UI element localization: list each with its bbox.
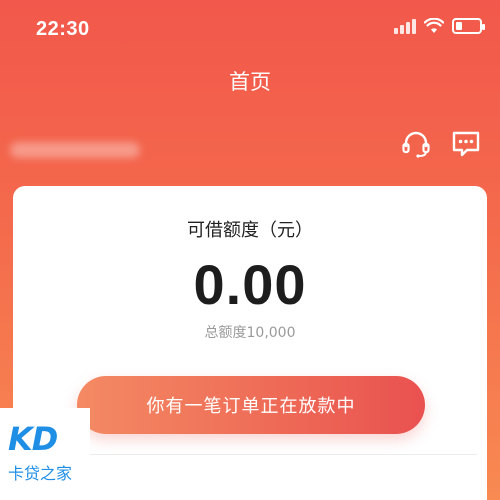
status-icons — [394, 18, 485, 34]
header-actions — [400, 128, 482, 160]
wifi-icon — [424, 18, 444, 33]
signal-icon — [394, 18, 416, 34]
loan-status-button[interactable]: 你有一笔订单正在放款中 — [77, 376, 425, 434]
available-credit-amount: 0.00 — [193, 253, 307, 316]
watermark-logo: KD — [8, 420, 58, 458]
divider — [73, 454, 477, 455]
battery-icon — [452, 18, 485, 34]
page-title: 首页 — [229, 70, 271, 94]
blurred-user-info — [10, 142, 140, 158]
headset-icon — [402, 131, 430, 158]
message-icon — [452, 131, 480, 157]
customer-service-button[interactable] — [400, 128, 432, 160]
status-bar: 22:30 — [0, 0, 500, 58]
available-credit-label: 可借额度（元） — [187, 220, 313, 241]
watermark-text: 卡贷之家 — [8, 464, 73, 483]
watermark: KD 卡贷之家 — [0, 408, 90, 500]
total-credit-text: 总额度10,000 — [204, 325, 296, 341]
message-button[interactable] — [450, 128, 482, 160]
status-time: 22:30 — [36, 18, 90, 40]
